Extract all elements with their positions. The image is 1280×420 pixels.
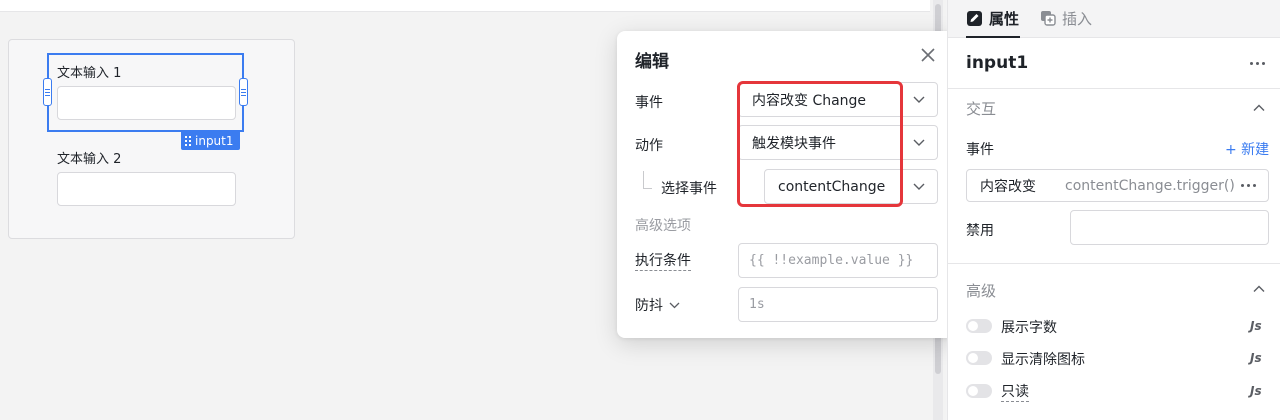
event-more-icon[interactable]	[1241, 184, 1268, 187]
event-item-handler: contentChange.trigger()	[1065, 177, 1235, 194]
show-count-label: 展示字数	[1001, 320, 1057, 336]
chevron-down-icon	[901, 183, 937, 191]
event-select-value: 内容改变 Change	[752, 92, 867, 109]
panel-tabs: 属性 插入	[948, 0, 1280, 38]
canvas-top-bar	[0, 0, 930, 12]
new-event-button[interactable]: + 新建	[1225, 139, 1269, 159]
resize-handle-left[interactable]	[43, 78, 52, 106]
resize-handle-right[interactable]	[239, 78, 248, 106]
chevron-down-icon	[669, 302, 680, 308]
form-container[interactable]: 文本输入 1 文本输入 2	[8, 39, 295, 239]
advanced-section-title[interactable]: 高级	[966, 280, 996, 301]
action-label: 动作	[635, 138, 663, 154]
edit-event-dialog: 编辑 事件 内容改变 Change 动作 触发模块事件 选择事件 content…	[617, 31, 956, 338]
js-icon[interactable]: Js	[1250, 384, 1262, 398]
drag-grip-icon[interactable]	[185, 136, 191, 146]
action-select-value: 触发模块事件	[752, 135, 836, 152]
text-input-2[interactable]	[57, 172, 236, 206]
select-event-label: 选择事件	[661, 181, 717, 197]
events-label: 事件	[966, 142, 994, 158]
debounce-input[interactable]: 1s	[738, 287, 938, 322]
event-select[interactable]: 内容改变 Change	[738, 82, 938, 117]
condition-input[interactable]: {{ !!example.value }}	[738, 243, 938, 278]
module-event-select[interactable]: contentChange	[764, 169, 938, 204]
js-icon[interactable]: Js	[1250, 351, 1262, 365]
readonly-label: 只读	[1001, 384, 1029, 402]
event-label: 事件	[635, 95, 663, 111]
tab-insert[interactable]: 插入	[1040, 0, 1092, 36]
interaction-section-title[interactable]: 交互	[966, 98, 996, 119]
dialog-title: 编辑	[635, 52, 669, 72]
edit-icon	[967, 10, 982, 26]
toggle-readonly[interactable]	[966, 384, 992, 398]
field-label-1: 文本输入 1	[57, 66, 122, 81]
module-event-select-value: contentChange	[778, 178, 886, 195]
tree-connector	[643, 171, 652, 189]
toggle-show-count[interactable]	[966, 319, 992, 333]
chevron-down-icon	[901, 139, 937, 147]
selected-component-tag[interactable]: input1	[181, 132, 240, 150]
condition-label: 执行条件	[635, 253, 691, 271]
selected-component-name: input1	[195, 134, 234, 148]
action-select[interactable]: 触发模块事件	[738, 125, 938, 160]
chevron-down-icon	[901, 96, 937, 104]
properties-panel: 属性 插入 input1 交互 事件 + 新建 内容改变 contentChan…	[947, 0, 1280, 420]
toggle-show-clear-icon[interactable]	[966, 351, 992, 365]
field-label-2: 文本输入 2	[57, 152, 122, 167]
component-name[interactable]: input1	[966, 53, 1028, 73]
text-input-1[interactable]	[57, 86, 236, 120]
disabled-input[interactable]	[1070, 210, 1269, 245]
close-icon[interactable]	[919, 46, 937, 64]
event-item-name: 内容改变	[980, 178, 1036, 195]
event-item[interactable]: 内容改变 contentChange.trigger()	[966, 169, 1269, 202]
plus-square-icon	[1041, 11, 1056, 26]
advanced-options-label[interactable]: 高级选项	[635, 215, 691, 235]
js-icon[interactable]: Js	[1250, 319, 1262, 333]
disabled-label: 禁用	[966, 223, 994, 239]
chevron-up-icon[interactable]	[1252, 101, 1266, 115]
debounce-label[interactable]: 防抖	[635, 295, 680, 315]
tab-properties[interactable]: 属性	[966, 0, 1019, 36]
chevron-up-icon[interactable]	[1252, 282, 1266, 296]
more-options-icon[interactable]	[1250, 62, 1265, 65]
active-tab-indicator	[966, 36, 1020, 38]
show-clear-icon-label: 显示清除图标	[1001, 352, 1085, 368]
